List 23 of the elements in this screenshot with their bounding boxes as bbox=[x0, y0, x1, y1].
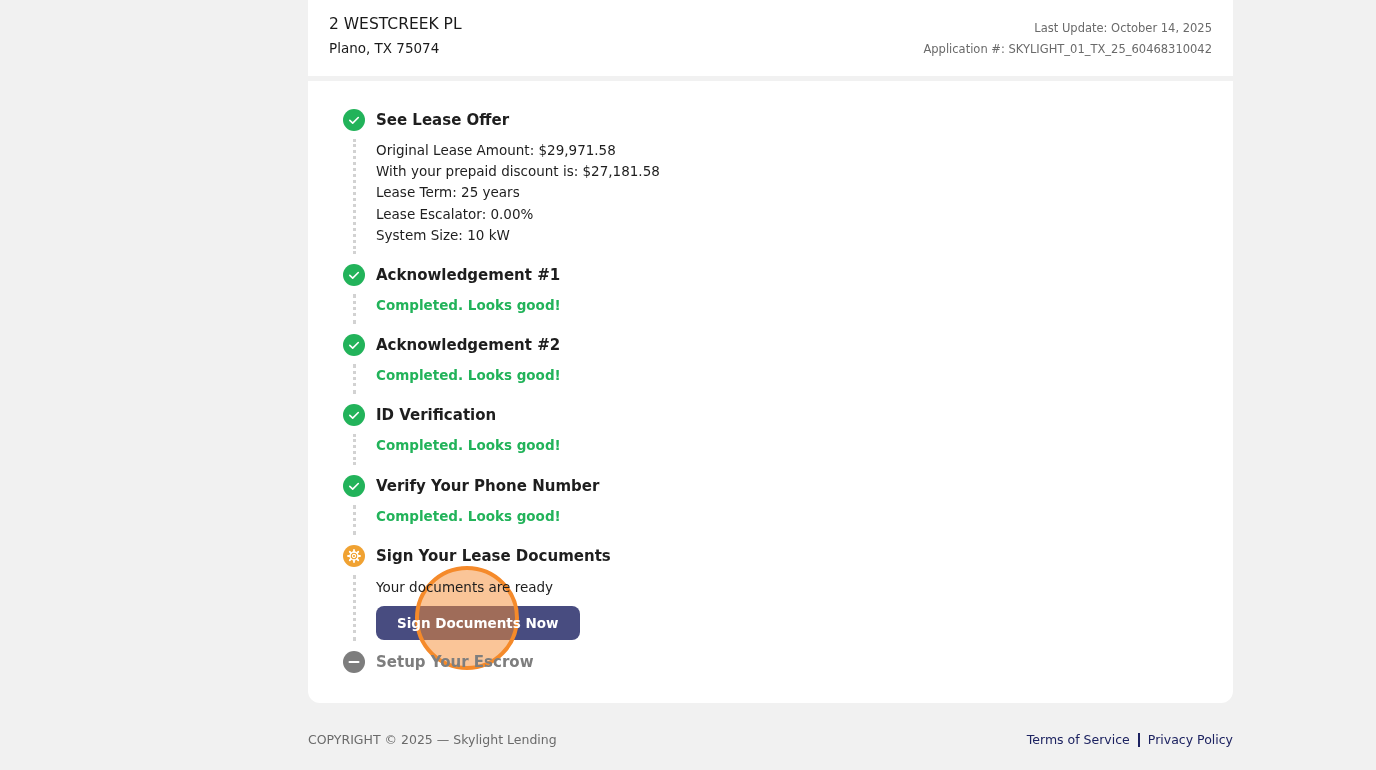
footer-link[interactable]: Privacy Policy bbox=[1147, 731, 1233, 750]
detail-text: Original Lease Amount: $29,971.58 bbox=[376, 141, 616, 160]
status-message: Completed. Looks good! bbox=[376, 506, 561, 526]
last-update-text: Last Update: October 14, 2025 bbox=[1034, 20, 1212, 37]
detail-text: Lease Escalator: 0.00% bbox=[376, 204, 534, 224]
step-title: Verify Your Phone Number bbox=[376, 475, 600, 497]
status-message: Completed. Looks good! bbox=[376, 366, 561, 386]
status-message: Completed. Looks good! bbox=[376, 296, 561, 315]
status-message: Completed. Looks good! bbox=[376, 436, 561, 456]
step-title: See Lease Offer bbox=[376, 110, 510, 131]
step-title: Acknowledgement #1 bbox=[376, 265, 561, 286]
footer-link[interactable]: Terms of Service bbox=[1026, 731, 1130, 750]
address-line: 2 WESTCREEK PL bbox=[329, 14, 462, 34]
copyright-text: COPYRIGHT © 2025 — Skylight Lending bbox=[308, 731, 557, 750]
detail-text: Lease Term: 25 years bbox=[376, 183, 520, 203]
step-title: Sign Your Lease Documents bbox=[376, 545, 611, 567]
detail-text: System Size: 10 kW bbox=[376, 225, 510, 245]
step-title: ID Verification bbox=[376, 405, 497, 427]
step-title: Acknowledgement #2 bbox=[376, 335, 561, 357]
detail-text: With your prepaid discount is: $27,181.58 bbox=[376, 162, 660, 182]
city-line: Plano, TX 75074 bbox=[329, 39, 440, 58]
detail-text: Your documents are ready bbox=[376, 577, 554, 597]
application-number-text: Application #: SKYLIGHT_01_TX_25_60468310042 bbox=[923, 41, 1212, 58]
